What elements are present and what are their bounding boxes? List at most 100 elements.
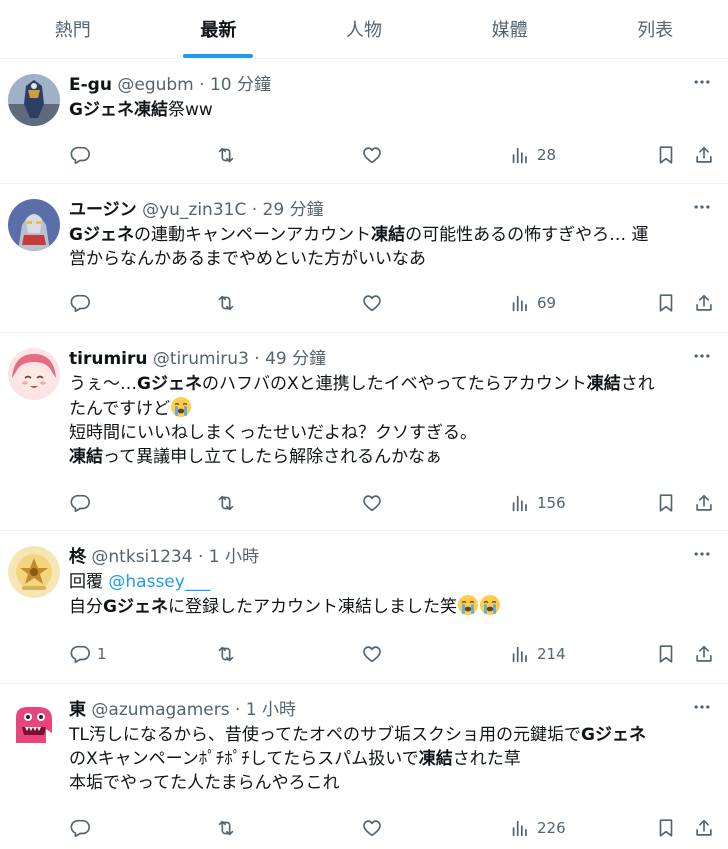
view-count: 156 <box>537 494 566 512</box>
view-count: 214 <box>537 645 566 663</box>
handle[interactable]: @yu_zin31C <box>142 200 246 220</box>
text-segment: された草 <box>452 749 521 769</box>
tab-latest[interactable]: 最新 <box>146 0 292 58</box>
avatar[interactable] <box>8 348 60 400</box>
like-button[interactable] <box>361 140 383 170</box>
display-name[interactable]: tirumiru <box>69 349 147 369</box>
timestamp[interactable]: · 29 分鐘 <box>252 200 324 220</box>
share-button[interactable] <box>693 140 715 170</box>
timestamp[interactable]: · 49 分鐘 <box>254 349 326 369</box>
tab-media[interactable]: 媒體 <box>437 0 583 58</box>
tab-bar: 熱門 最新 人物 媒體 列表 <box>0 0 728 59</box>
share-button[interactable] <box>693 288 715 318</box>
tweet[interactable]: E-gu @egubm · 10 分鐘 Gジェネ凍結祭ww 28 <box>0 60 728 184</box>
tweet-text-line: 自分Gジェネに登録したアカウント凍結しました笑 <box>69 594 716 619</box>
more-icon[interactable] <box>690 195 714 219</box>
more-icon[interactable] <box>690 70 714 94</box>
like-button[interactable] <box>361 813 383 843</box>
avatar[interactable] <box>8 74 60 126</box>
more-icon[interactable] <box>690 695 714 719</box>
views-button[interactable]: 214 <box>509 639 566 669</box>
bookmark-icon <box>659 294 673 312</box>
avatar[interactable] <box>8 699 60 751</box>
action-bar: 28 <box>69 140 716 170</box>
views-icon <box>512 820 527 837</box>
bookmark-button[interactable] <box>655 813 677 843</box>
tab-trending[interactable]: 熱門 <box>0 0 146 58</box>
handle[interactable]: @ntksi1234 <box>91 547 192 567</box>
retweet-button[interactable] <box>215 288 237 318</box>
text-segment: の連動キャンペーンアカウント <box>133 225 372 245</box>
display-name[interactable]: 柊 <box>69 547 86 567</box>
retweet-button[interactable] <box>215 140 237 170</box>
tweet-text-line: 営からなんかあるまでやめといた方がいいなあ <box>69 247 716 271</box>
reply-button[interactable] <box>69 140 97 170</box>
text-segment: に登録したアカウント凍結しました笑 <box>167 597 457 617</box>
tweet[interactable]: tirumiru @tirumiru3 · 49 分鐘 うぇ～…Gジェネのハフバ… <box>0 334 728 531</box>
like-button[interactable] <box>361 488 383 518</box>
share-button[interactable] <box>693 813 715 843</box>
action-bar: 226 <box>69 813 716 843</box>
reply-button[interactable] <box>69 288 97 318</box>
share-button[interactable] <box>693 488 715 518</box>
more-icon[interactable] <box>690 542 714 566</box>
handle[interactable]: @tirumiru3 <box>153 349 249 369</box>
like-button[interactable] <box>361 639 383 669</box>
timestamp[interactable]: · 10 分鐘 <box>199 75 271 95</box>
reply-button[interactable]: 1 <box>69 639 107 669</box>
tweet-text-line: 本垢でやってた人たまらんやろこれ <box>69 771 716 795</box>
like-button[interactable] <box>361 288 383 318</box>
more-icon[interactable] <box>690 344 714 368</box>
tweet[interactable]: ユージン @yu_zin31C · 29 分鐘 Gジェネの連動キャンペーンアカウ… <box>0 185 728 333</box>
reply-icon <box>70 645 90 664</box>
share-button[interactable] <box>693 639 715 669</box>
views-button[interactable]: 28 <box>509 140 556 170</box>
bookmark-button[interactable] <box>655 639 677 669</box>
like-icon <box>363 820 381 837</box>
views-button[interactable]: 69 <box>509 288 556 318</box>
tweet-text: Gジェネ凍結祭ww <box>69 98 716 122</box>
text-segment: 短時間にいいねしまくったせいだよね？クソすぎる。 <box>69 423 477 443</box>
active-tab-indicator <box>183 54 254 58</box>
tweet-text-line: Gジェネの連動キャンペーンアカウント凍結の可能性あるの怖すぎやろ… 運 <box>69 223 716 247</box>
retweet-icon <box>218 295 234 311</box>
tweet-text-line: Gジェネ凍結祭ww <box>69 98 716 122</box>
display-name[interactable]: ユージン <box>69 200 137 220</box>
handle[interactable]: @egubm <box>117 75 193 95</box>
highlighted-keyword: 凍結 <box>69 447 103 467</box>
timestamp[interactable]: · 1 小時 <box>235 700 296 720</box>
text-segment: 本垢でやってた人たまらんやろこれ <box>69 773 340 793</box>
crying-emoji <box>457 595 478 615</box>
views-button[interactable]: 156 <box>509 488 566 518</box>
text-segment: TL汚しになるから、昔使ってたオペのサブ垢スクショ用の元鍵垢で <box>69 725 582 745</box>
timestamp[interactable]: · 1 小時 <box>198 547 259 567</box>
reply-to-link[interactable]: @hassey___ <box>108 572 210 592</box>
view-count: 28 <box>537 146 557 164</box>
retweet-button[interactable] <box>215 813 237 843</box>
tab-lists[interactable]: 列表 <box>582 0 728 58</box>
tab-people[interactable]: 人物 <box>291 0 437 58</box>
reply-icon <box>70 819 90 838</box>
reply-button[interactable] <box>69 813 97 843</box>
retweet-button[interactable] <box>215 488 237 518</box>
avatar[interactable] <box>8 546 60 598</box>
display-name[interactable]: 東 <box>69 700 86 720</box>
bookmark-button[interactable] <box>655 488 677 518</box>
text-segment: うぇ～… <box>69 374 137 394</box>
tweet[interactable]: 柊 @ntksi1234 · 1 小時 回覆 @hassey___ 自分Gジェネに… <box>0 532 728 684</box>
tweet-content: E-gu @egubm · 10 分鐘 Gジェネ凍結祭ww <box>69 72 716 122</box>
avatar[interactable] <box>8 199 60 251</box>
views-button[interactable]: 226 <box>509 813 566 843</box>
reply-button[interactable] <box>69 488 97 518</box>
share-icon <box>696 294 712 311</box>
bookmark-button[interactable] <box>655 140 677 170</box>
retweet-button[interactable] <box>215 639 237 669</box>
tweet-content: 柊 @ntksi1234 · 1 小時 回覆 @hassey___ 自分Gジェネに… <box>69 544 716 619</box>
text-segment: 営からなんかあるまでやめといた方がいいなあ <box>69 249 426 269</box>
tweet[interactable]: 東 @azumagamers · 1 小時 TL汚しになるから、昔使ってたオペの… <box>0 685 728 849</box>
text-segment: のハフバのXと連携したイベやってたらアカウント <box>201 374 587 394</box>
handle[interactable]: @azumagamers <box>91 700 229 720</box>
bookmark-button[interactable] <box>655 288 677 318</box>
like-icon <box>363 495 381 512</box>
display-name[interactable]: E-gu <box>69 75 112 95</box>
